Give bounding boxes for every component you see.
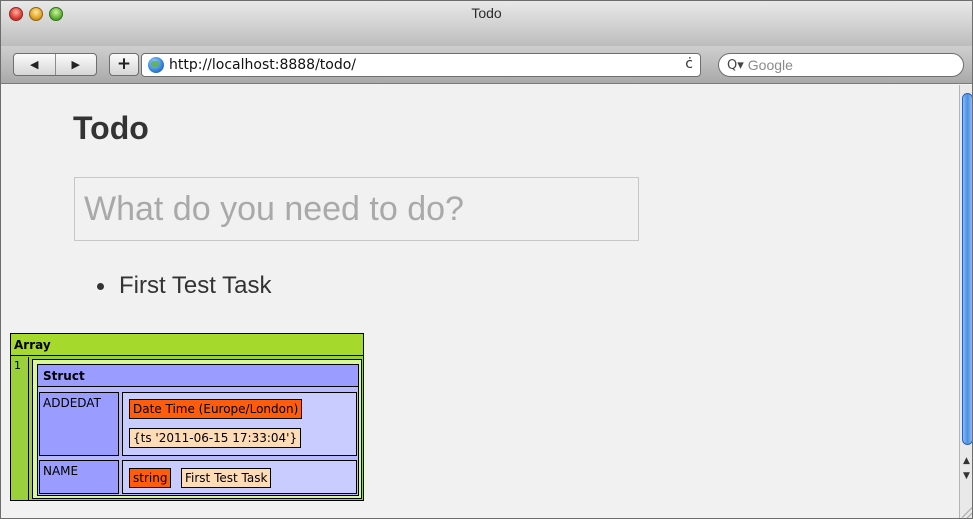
plus-icon: + [116, 54, 132, 74]
array-index[interactable]: 1 [11, 357, 29, 500]
search-field[interactable]: Q▾ Google [718, 53, 964, 77]
struct-value-name: string First Test Task [122, 460, 357, 494]
array-header[interactable]: Array [11, 334, 363, 356]
struct-header[interactable]: Struct [38, 365, 358, 387]
debug-dump-array: Array 1 Struct ADDEDAT Date Time (Europe… [10, 333, 364, 501]
forward-arrow-icon: ▶ [71, 58, 80, 71]
globe-icon [148, 57, 164, 73]
string-value: First Test Task [181, 468, 272, 488]
datetime-value: {ts '2011-06-15 17:33:04'} [129, 428, 302, 448]
back-button[interactable]: ◀ [14, 54, 55, 75]
todo-item-label: First Test Task [119, 272, 272, 299]
type-label-string[interactable]: string [129, 468, 172, 488]
browser-toolbar: ◀ ▶ + http://localhost:8888/todo/ ċ Q▾ G… [1, 46, 972, 84]
add-bookmark-button[interactable]: + [109, 53, 139, 76]
type-label-datetime[interactable]: Date Time (Europe/London) [129, 399, 303, 419]
title-bar: Todo [1, 1, 972, 46]
navigation-buttons: ◀ ▶ [13, 53, 97, 76]
forward-button[interactable]: ▶ [54, 54, 97, 75]
vertical-scrollbar[interactable]: ▲ ▼ [959, 85, 972, 518]
url-text[interactable]: http://localhost:8888/todo/ [169, 57, 356, 73]
search-icon[interactable]: Q▾ [727, 58, 744, 73]
scroll-up-arrow-icon[interactable]: ▲ [963, 456, 970, 466]
search-placeholder: Google [747, 57, 793, 73]
struct-key-name[interactable]: NAME [39, 460, 119, 494]
window-title: Todo [471, 5, 502, 21]
browser-window: Todo ◀ ▶ + http://localhost:8888/todo/ ċ… [0, 0, 973, 519]
address-bar[interactable]: http://localhost:8888/todo/ ċ [141, 53, 701, 77]
scroll-down-arrow-icon[interactable]: ▼ [963, 471, 970, 481]
new-todo-input[interactable] [74, 177, 639, 241]
struct-value-addedat: Date Time (Europe/London) {ts '2011-06-1… [122, 392, 357, 456]
scroll-thumb[interactable] [962, 93, 972, 445]
bullet-icon [97, 282, 104, 290]
struct-key-addedat[interactable]: ADDEDAT [39, 392, 119, 456]
back-arrow-icon: ◀ [30, 58, 39, 71]
debug-dump-struct: Struct ADDEDAT Date Time (Europe/London)… [37, 364, 359, 496]
reload-icon[interactable]: ċ [685, 56, 693, 72]
page-viewport: Todo First Test Task Array 1 Struct ADDE… [1, 85, 959, 518]
page-title: Todo [73, 110, 149, 146]
array-item: Struct ADDEDAT Date Time (Europe/London)… [32, 359, 362, 499]
todo-list: First Test Task [97, 272, 271, 300]
resize-grip-icon[interactable] [962, 507, 972, 518]
todo-item[interactable]: First Test Task [97, 272, 271, 300]
